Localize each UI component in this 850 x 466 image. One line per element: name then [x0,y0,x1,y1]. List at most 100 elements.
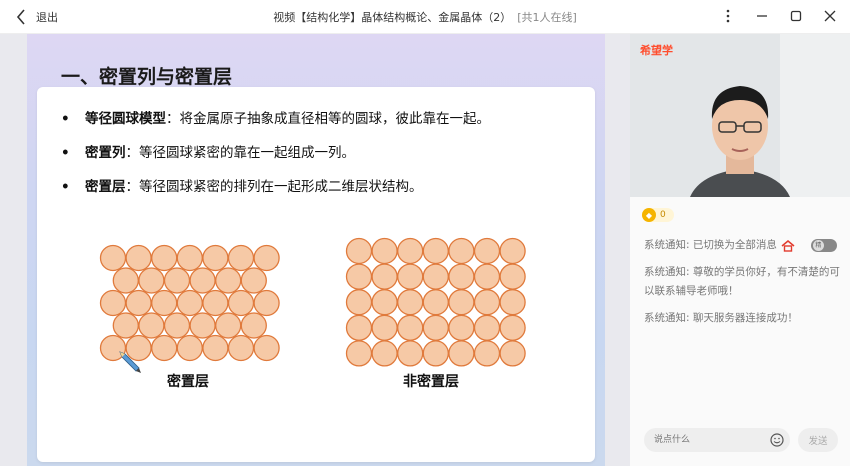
dense-sphere [176,289,203,317]
nondense-sphere [345,237,373,265]
course-title: 视频【结构化学】晶体结构概论、金属晶体（2） [273,11,512,24]
nondense-sphere [448,289,475,316]
filter-toggle[interactable]: 精 [810,239,837,252]
coin-badge[interactable]: ◆ 0 [642,208,674,222]
dense-sphere [99,289,127,317]
nondense-sphere [422,263,449,290]
pencil-icon [119,351,141,373]
toggle-knob: 精 [812,240,824,251]
dense-sphere [138,312,165,339]
teacher-video: 希望学 [630,34,850,197]
slide: 一、密置列与密置层 • 等径圆球模型 ：将金属原子抽象成直径相等的圆球，彼此靠在一… [27,34,605,466]
nondense-sphere [397,237,424,265]
nondense-sphere [499,289,526,316]
dense-sphere [163,267,191,294]
nondense-sphere [448,314,475,341]
coin-count: 0 [660,210,666,220]
nondense-sphere [371,340,398,367]
minimize-icon [757,15,767,17]
dense-sphere [227,244,255,272]
nondense-sphere [345,289,373,316]
emoji-icon[interactable] [770,433,784,447]
brand-logo: 希望学 [640,44,673,57]
nondense-sphere [473,263,501,290]
dense-sphere [125,289,152,317]
dense-sphere [151,244,178,272]
nondense-sphere [473,289,501,316]
nondense-sphere [371,263,398,290]
nondense-sphere [397,289,424,316]
list-item: 系统通知: 尊敬的学员你好，有不清楚的可以联系辅导老师哦！ [644,266,840,297]
nondense-sphere [422,314,449,341]
nondense-sphere [499,314,526,341]
nondense-sphere [345,263,373,290]
nondense-sphere [422,340,449,367]
teacher-avatar [630,34,850,197]
list-item: 系统通知: 聊天服务器连接成功！ [644,312,798,324]
nondense-sphere [473,237,501,265]
home-icon[interactable] [781,239,795,253]
window-controls [718,6,840,26]
dense-sphere [163,312,191,339]
nondense-sphere [499,263,526,290]
slide-title: 一、密置列与密置层 [61,66,233,88]
nondense-layer-caption: 非密置层 [403,374,459,390]
slide-card: • 等径圆球模型 ：将金属原子抽象成直径相等的圆球，彼此靠在一起。 • 密置列 ：等… [37,87,595,462]
list-item: 系统通知: 已切换为全部消息 精 [644,236,844,255]
more-button[interactable] [718,6,738,26]
nondense-sphere [473,314,501,341]
dense-sphere [125,244,152,272]
nondense-sphere [473,340,501,367]
dense-sphere [112,312,139,339]
nondense-sphere [345,340,373,367]
maximize-button[interactable] [786,6,806,26]
close-button[interactable] [820,6,840,26]
send-button[interactable]: 发送 [798,428,838,452]
nondense-sphere [422,289,449,316]
video-stage: 一、密置列与密置层 • 等径圆球模型 ：将金属原子抽象成直径相等的圆球，彼此靠在一… [0,34,630,466]
dense-sphere [202,244,229,272]
side-panel: 希望学 ◆ 0 系统通知: 已切换为全部消息 精 系统通知: 尊敬的学员你好，有… [630,34,850,466]
maximize-icon [790,10,802,22]
nondense-sphere [448,237,475,265]
nondense-sphere [371,237,398,265]
close-icon [824,10,836,22]
coin-icon: ◆ [642,208,656,222]
dense-sphere [151,289,178,317]
dense-sphere [215,312,242,339]
dense-sphere [215,267,242,294]
dense-sphere [202,334,229,362]
nondense-sphere [448,340,475,367]
message-text: 系统通知: 已切换为全部消息 [644,239,777,251]
nondense-sphere [499,340,526,367]
dense-sphere [189,312,216,339]
dense-layer-caption: 密置层 [167,374,209,390]
nondense-sphere [448,263,475,290]
nondense-sphere [397,263,424,290]
dense-sphere [138,267,165,294]
dense-sphere [112,267,139,294]
nondense-sphere [345,314,373,341]
dense-sphere [253,244,280,272]
dense-sphere [253,334,280,362]
dense-sphere [151,334,178,362]
title-bar: 退出 视频【结构化学】晶体结构概论、金属晶体（2） [共1人在线] [0,0,850,34]
nondense-sphere [371,289,398,316]
online-count: [共1人在线] [517,11,577,24]
dense-sphere [176,334,203,362]
message-list: 系统通知: 已切换为全部消息 精 系统通知: 尊敬的学员你好，有不清楚的可以联系… [644,236,844,336]
dense-sphere [99,244,127,272]
nondense-sphere [499,237,526,265]
dense-sphere [240,267,267,294]
minimize-button[interactable] [752,6,772,26]
nondense-sphere [422,237,449,265]
chat-input[interactable] [644,428,790,452]
nondense-sphere [397,314,424,341]
sphere-diagrams [99,237,526,367]
dense-sphere [227,289,255,317]
dense-sphere [189,267,216,294]
nondense-sphere [371,314,398,341]
dense-sphere [176,244,203,272]
dense-sphere [227,334,255,362]
nondense-sphere [397,340,424,367]
